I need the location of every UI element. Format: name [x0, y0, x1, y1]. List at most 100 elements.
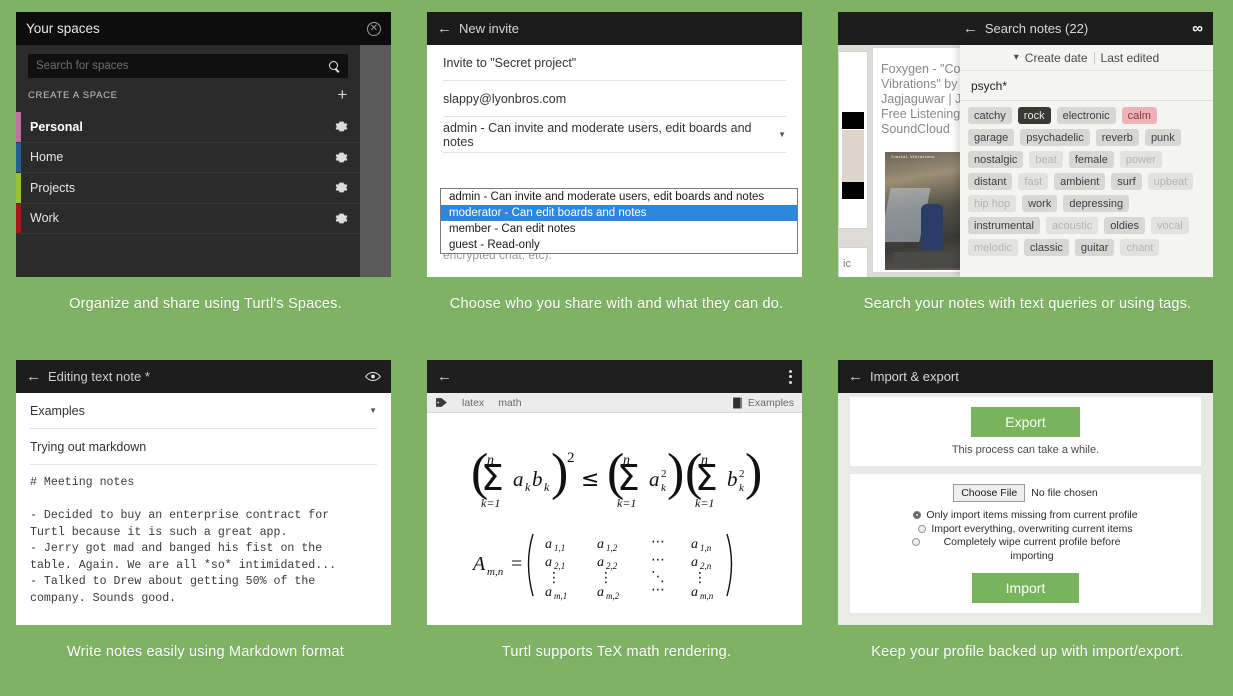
tag-distant[interactable]: distant [968, 173, 1013, 190]
tag-female[interactable]: female [1068, 151, 1114, 168]
space-label: Home [30, 150, 64, 165]
back-arrow-icon[interactable]: ← [26, 369, 41, 384]
back-arrow-icon[interactable]: ← [963, 21, 978, 36]
tag-punk[interactable]: punk [1144, 129, 1181, 146]
invite-permission-dropdown[interactable]: admin - Can invite and moderate users, e… [440, 188, 798, 254]
infinity-icon[interactable]: ∞ [1192, 20, 1203, 37]
markdown-title-field[interactable]: Trying out markdown [30, 429, 377, 465]
cell-importexport: ← Import & export Export This process ca… [822, 348, 1233, 696]
space-item-work[interactable]: Work [16, 203, 360, 234]
tag-nostalgic[interactable]: nostalgic [968, 151, 1024, 168]
cell-tex: ← latex math Examples (n Σ k=1 a k b k … [411, 348, 822, 696]
space-item-home[interactable]: Home [16, 142, 360, 173]
import-button[interactable]: Import [971, 573, 1080, 603]
radio-icon[interactable] [918, 524, 927, 533]
tag-fast[interactable]: fast [1018, 173, 1049, 190]
search-query-box[interactable] [960, 71, 1213, 101]
tag-work[interactable]: work [1022, 195, 1058, 212]
svg-text:k=1: k=1 [617, 496, 636, 510]
gear-icon[interactable] [335, 151, 348, 164]
tag-instrumental[interactable]: instrumental [968, 217, 1040, 234]
back-arrow-icon[interactable]: ← [848, 369, 863, 384]
sort-last-edited[interactable]: Last edited [1101, 51, 1160, 65]
import-option-wipe[interactable]: Completely wipe current profile before i… [858, 536, 1193, 563]
svg-text:1,2: 1,2 [606, 543, 618, 553]
plus-icon[interactable]: + [337, 86, 348, 103]
svg-text:k: k [525, 480, 531, 494]
tag-ambient[interactable]: ambient [1054, 173, 1106, 190]
svg-text:Σ: Σ [481, 458, 504, 499]
tag-garage[interactable]: garage [968, 129, 1015, 146]
overflow-menu-button[interactable] [789, 369, 792, 384]
tag-cloud: catchy rock electronic calm garage psych… [960, 101, 1213, 256]
tag-depressing[interactable]: depressing [1063, 195, 1130, 212]
tex-board-chip[interactable]: Examples [732, 397, 794, 409]
import-options: Only import items missing from current p… [858, 509, 1193, 563]
sort-divider [1093, 51, 1095, 64]
note-card-partial-left[interactable] [838, 51, 868, 229]
preview-toggle-button[interactable] [365, 371, 381, 382]
import-option-missing[interactable]: Only import items missing from current p… [858, 509, 1193, 523]
tag-vocal[interactable]: vocal [1151, 217, 1189, 234]
search-query-input[interactable] [971, 78, 1202, 93]
tag-reverb[interactable]: reverb [1095, 129, 1139, 146]
tex-tag-latex[interactable]: latex [462, 397, 484, 409]
invite-permission-select[interactable]: admin - Can invite and moderate users, e… [443, 117, 786, 153]
chevron-down-icon[interactable]: ▾ [1014, 52, 1019, 63]
spaces-search-input[interactable] [36, 60, 329, 72]
tag-guitar[interactable]: guitar [1074, 239, 1115, 256]
file-chooser-row[interactable]: Choose File No file chosen [858, 484, 1193, 502]
gear-icon[interactable] [335, 120, 348, 133]
cell-invite: ← New invite Invite to "Secret project" … [411, 0, 822, 348]
tag-surf[interactable]: surf [1111, 173, 1142, 190]
markdown-board-select[interactable]: Examples ▼ [30, 393, 377, 429]
tag-acoustic[interactable]: acoustic [1045, 217, 1099, 234]
space-color-stripe [16, 142, 21, 172]
tag-oldies[interactable]: oldies [1104, 217, 1146, 234]
thumbnail-shape [921, 204, 943, 250]
spaces-close-button[interactable]: ✕ [367, 21, 381, 36]
import-option-overwrite[interactable]: Import everything, overwriting current i… [858, 523, 1193, 537]
gear-icon[interactable] [335, 212, 348, 225]
tex-tag-math[interactable]: math [498, 397, 521, 409]
radio-icon[interactable] [913, 511, 922, 519]
tag-psychadelic[interactable]: psychadelic [1020, 129, 1090, 146]
tag-classic[interactable]: classic [1023, 239, 1069, 256]
tag-beat[interactable]: beat [1029, 151, 1063, 168]
tag-upbeat[interactable]: upbeat [1147, 173, 1194, 190]
invite-title: New invite [459, 21, 519, 36]
cell-search: ← Search notes (22) ∞ Foxygen - "Coastal… [822, 0, 1233, 348]
back-arrow-icon[interactable]: ← [437, 21, 452, 36]
space-item-projects[interactable]: Projects [16, 173, 360, 204]
markdown-text-area[interactable]: # Meeting notes - Decided to buy an ente… [30, 465, 377, 625]
import-option-label: Only import items missing from current p… [926, 509, 1138, 521]
dropdown-option-guest[interactable]: guest - Read-only [441, 237, 797, 253]
invite-email-field[interactable]: slappy@lyonbros.com [443, 81, 786, 117]
tag-chant[interactable]: chant [1120, 239, 1160, 256]
tag-melodic[interactable]: melodic [968, 239, 1018, 256]
create-space-row[interactable]: CREATE A SPACE + [28, 84, 348, 106]
tag-hip-hop[interactable]: hip hop [968, 195, 1017, 212]
choose-file-button[interactable]: Choose File [953, 484, 1026, 502]
dropdown-option-admin[interactable]: admin - Can invite and moderate users, e… [441, 189, 797, 205]
gear-icon[interactable] [335, 181, 348, 194]
dropdown-option-member[interactable]: member - Can edit notes [441, 221, 797, 237]
create-space-label: CREATE A SPACE [28, 89, 118, 101]
sort-create-date[interactable]: Create date [1025, 51, 1088, 65]
tag-calm[interactable]: calm [1121, 107, 1157, 124]
radio-icon[interactable] [911, 538, 920, 546]
tag-electronic[interactable]: electronic [1056, 107, 1116, 124]
import-card: Choose File No file chosen Only import i… [850, 474, 1201, 613]
dropdown-option-moderator[interactable]: moderator - Can edit boards and notes [441, 205, 797, 221]
tag-power[interactable]: power [1119, 151, 1162, 168]
spaces-search-box[interactable] [28, 54, 348, 78]
export-button[interactable]: Export [971, 407, 1080, 437]
svg-text:a: a [545, 585, 552, 600]
note-card-partial-bottom[interactable]: ic [838, 247, 868, 277]
space-label: Work [30, 211, 59, 226]
search-body: Foxygen - "Coastal Vibrations" by Jagjag… [838, 45, 1213, 277]
tag-catchy[interactable]: catchy [968, 107, 1012, 124]
space-item-personal[interactable]: Personal [16, 112, 360, 143]
tag-rock[interactable]: rock [1017, 107, 1051, 124]
back-arrow-icon[interactable]: ← [437, 369, 452, 384]
